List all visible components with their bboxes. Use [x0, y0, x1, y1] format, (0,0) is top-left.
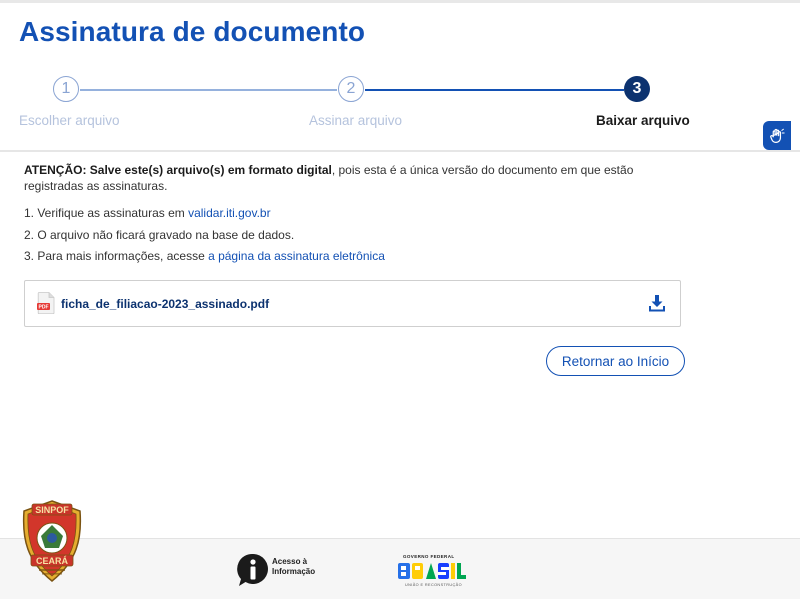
step-1-indicator[interactable]: 1 [53, 76, 79, 102]
stepper-divider [0, 150, 800, 152]
acesso-informacao-text: Acesso à Informação [272, 557, 315, 577]
electronic-signature-page-link[interactable]: a página da assinatura eletrônica [208, 249, 385, 263]
return-home-button[interactable]: Retornar ao Início [546, 346, 685, 376]
acesso-line-2: Informação [272, 567, 316, 576]
validar-iti-link[interactable]: validar.iti.gov.br [188, 206, 270, 220]
acesso-informacao-link[interactable]: Acesso à Informação [237, 553, 327, 587]
progress-stepper: 1 Escolher arquivo 2 Assinar arquivo 3 B… [0, 74, 800, 134]
instructions-list: 1. Verifique as assinaturas em validar.i… [24, 206, 385, 271]
instruction-item-2: 2. O arquivo não ficará gravado na base … [24, 227, 295, 242]
instruction-item-1: 1. Verifique as assinaturas em validar.i… [24, 206, 385, 228]
information-access-icon [237, 553, 268, 586]
stepper-connector-1 [80, 89, 337, 91]
brasil-wordmark-icon [398, 563, 466, 579]
step-3-indicator[interactable]: 3 [624, 76, 650, 102]
signed-file-card: PDF ficha_de_filiacao-2023_assinado.pdf [24, 280, 681, 327]
step-1-label[interactable]: Escolher arquivo [19, 113, 120, 128]
governo-federal-text: GOVERNO FEDERAL [403, 554, 455, 559]
governo-federal-brasil-logo[interactable]: GOVERNO FEDERAL UNIÃO E RECONSTRUÇÃO [396, 554, 468, 588]
sign-language-accessibility-button[interactable] [763, 121, 791, 150]
step-3-label[interactable]: Baixar arquivo [596, 113, 690, 128]
page-title: Assinatura de documento [19, 16, 366, 47]
step-2-label[interactable]: Assinar arquivo [309, 113, 402, 128]
pdf-file-icon: PDF [37, 292, 55, 314]
instruction-item-3: 3. Para mais informações, acesse a págin… [24, 249, 385, 271]
download-icon[interactable] [649, 294, 665, 312]
instruction-1-text: 1. Verifique as assinaturas em [24, 206, 189, 220]
stepper-connector-2 [365, 89, 624, 91]
file-name-link[interactable]: ficha_de_filiacao-2023_assinado.pdf [61, 297, 269, 311]
uniao-reconstrucao-text: UNIÃO E RECONSTRUÇÃO [405, 583, 462, 587]
ceara-text: CEARÁ [36, 556, 69, 566]
sinpof-text: SINPOF [35, 505, 69, 515]
top-border [0, 0, 800, 3]
sinpof-ceara-badge-logo[interactable]: SINPOF CEARÁ [19, 499, 85, 583]
save-warning-notice: ATENÇÃO: Salve este(s) arquivo(s) em for… [24, 163, 654, 194]
instruction-3-text: 3. Para mais informações, acesse [24, 249, 209, 263]
step-2-indicator[interactable]: 2 [338, 76, 364, 102]
notice-bold-text: ATENÇÃO: Salve este(s) arquivo(s) em for… [24, 163, 332, 177]
hand-sign-icon [770, 128, 785, 143]
acesso-line-1: Acesso à [272, 557, 308, 566]
pdf-badge-text: PDF [39, 304, 49, 310]
